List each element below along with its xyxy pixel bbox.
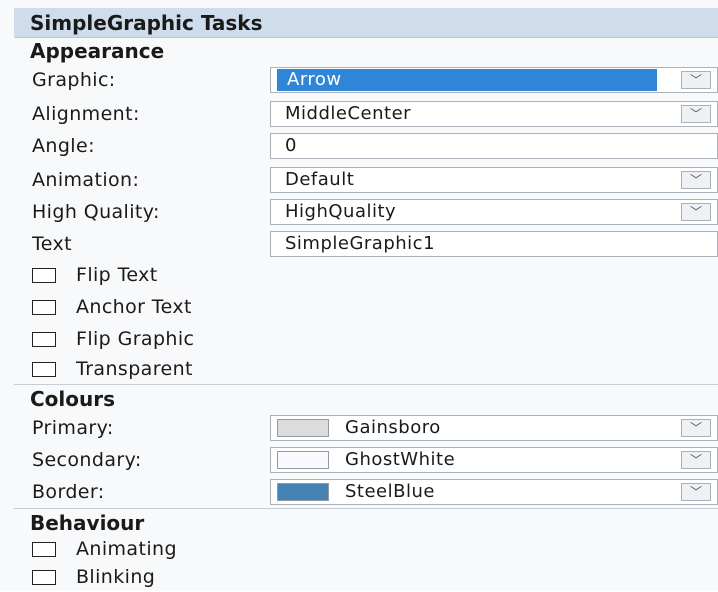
blinking-checkbox-row[interactable]: Blinking	[14, 562, 718, 592]
secondary-color-swatch	[277, 451, 329, 469]
chevron-down-icon[interactable]: ﹀	[681, 203, 711, 221]
section-behaviour-heading: Behaviour	[14, 510, 718, 536]
section-divider	[14, 384, 718, 385]
border-value: SteelBlue	[345, 481, 435, 502]
border-row: Border: SteelBlue ﹀	[14, 476, 718, 508]
alignment-row: Alignment: MiddleCenter ﹀	[14, 98, 718, 130]
secondary-value: GhostWhite	[345, 449, 456, 470]
graphic-row: Graphic: Arrow ﹀	[14, 64, 718, 96]
section-appearance-heading: Appearance	[14, 38, 718, 64]
high-quality-label: High Quality:	[32, 201, 160, 223]
text-row: Text SimpleGraphic1	[14, 228, 718, 260]
chevron-down-icon[interactable]: ﹀	[681, 105, 711, 123]
animation-value: Default	[285, 169, 355, 190]
alignment-value: MiddleCenter	[285, 103, 412, 124]
secondary-row: Secondary: GhostWhite ﹀	[14, 444, 718, 476]
flip-text-label: Flip Text	[76, 264, 158, 286]
flip-graphic-checkbox[interactable]	[32, 332, 56, 347]
angle-label: Angle:	[32, 135, 95, 157]
animation-row: Animation: Default ﹀	[14, 164, 718, 196]
angle-value: 0	[285, 135, 297, 156]
flip-text-checkbox[interactable]	[32, 268, 56, 283]
animating-label: Animating	[76, 538, 177, 560]
text-label: Text	[32, 233, 73, 255]
border-color-dropdown[interactable]: SteelBlue ﹀	[270, 479, 718, 505]
text-value: SimpleGraphic1	[285, 233, 436, 254]
section-divider	[14, 508, 718, 509]
smart-tag-panel: SimpleGraphic Tasks Appearance Graphic: …	[0, 0, 718, 591]
primary-row: Primary: Gainsboro ﹀	[14, 412, 718, 444]
anchor-text-checkbox[interactable]	[32, 300, 56, 315]
transparent-checkbox-row[interactable]: Transparent	[14, 354, 718, 384]
flip-graphic-checkbox-row[interactable]: Flip Graphic	[14, 324, 718, 354]
transparent-label: Transparent	[76, 358, 193, 380]
alignment-dropdown[interactable]: MiddleCenter ﹀	[270, 101, 718, 127]
secondary-label: Secondary:	[32, 449, 142, 471]
secondary-color-dropdown[interactable]: GhostWhite ﹀	[270, 447, 718, 473]
angle-row: Angle: 0	[14, 130, 718, 162]
text-input[interactable]: SimpleGraphic1	[270, 231, 718, 257]
chevron-down-icon[interactable]: ﹀	[681, 483, 711, 501]
chevron-down-icon[interactable]: ﹀	[681, 171, 711, 189]
border-label: Border:	[32, 481, 105, 503]
primary-value: Gainsboro	[345, 417, 441, 438]
animating-checkbox[interactable]	[32, 542, 56, 557]
section-colours-heading: Colours	[14, 386, 718, 412]
high-quality-row: High Quality: HighQuality ﹀	[14, 196, 718, 228]
animation-dropdown[interactable]: Default ﹀	[270, 167, 718, 193]
graphic-value: Arrow	[287, 69, 342, 90]
anchor-text-checkbox-row[interactable]: Anchor Text	[14, 292, 718, 322]
panel-title: SimpleGraphic Tasks	[14, 8, 718, 38]
blinking-checkbox[interactable]	[32, 570, 56, 585]
border-color-swatch	[277, 483, 329, 501]
animating-checkbox-row[interactable]: Animating	[14, 534, 718, 564]
graphic-dropdown[interactable]: Arrow ﹀	[270, 67, 718, 93]
primary-label: Primary:	[32, 417, 114, 439]
high-quality-dropdown[interactable]: HighQuality ﹀	[270, 199, 718, 225]
animation-label: Animation:	[32, 169, 140, 191]
primary-color-swatch	[277, 419, 329, 437]
chevron-down-icon[interactable]: ﹀	[681, 419, 711, 437]
flip-text-checkbox-row[interactable]: Flip Text	[14, 260, 718, 290]
alignment-label: Alignment:	[32, 103, 140, 125]
angle-input[interactable]: 0	[270, 133, 718, 159]
primary-color-dropdown[interactable]: Gainsboro ﹀	[270, 415, 718, 441]
high-quality-value: HighQuality	[285, 201, 397, 222]
flip-graphic-label: Flip Graphic	[76, 328, 195, 350]
graphic-label: Graphic:	[32, 69, 116, 91]
chevron-down-icon[interactable]: ﹀	[681, 451, 711, 469]
transparent-checkbox[interactable]	[32, 362, 56, 377]
blinking-label: Blinking	[76, 566, 156, 588]
anchor-text-label: Anchor Text	[76, 296, 192, 318]
chevron-down-icon[interactable]: ﹀	[681, 71, 711, 89]
